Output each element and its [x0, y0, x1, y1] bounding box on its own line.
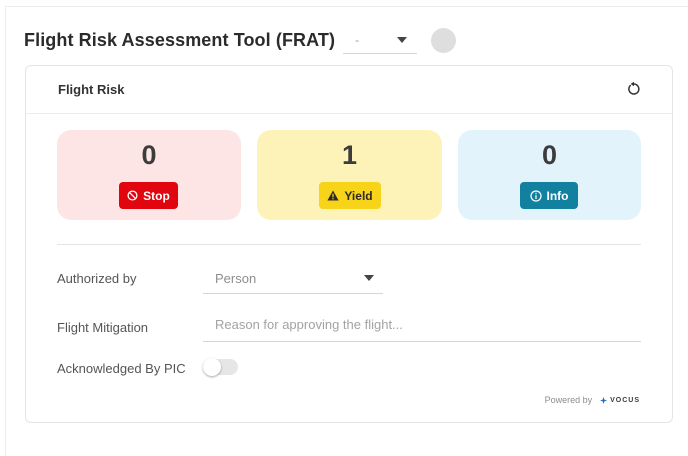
flight-risk-card: Flight Risk 0 Stop 1 Yield 0 Info Author… — [25, 65, 673, 423]
stop-count: 0 — [141, 140, 157, 170]
header-select-value: - — [355, 33, 360, 47]
flight-mitigation-input[interactable] — [203, 308, 641, 342]
divider — [57, 244, 641, 245]
card-title: Flight Risk — [58, 82, 125, 97]
stop-label: Stop — [143, 188, 170, 203]
page-title: Flight Risk Assessment Tool (FRAT) — [24, 29, 336, 50]
authorized-by-label: Authorized by — [57, 271, 137, 286]
powered-by-footer: Powered by VOCUS — [545, 395, 640, 405]
info-tile: 0 Info — [458, 130, 641, 220]
acknowledged-toggle[interactable] — [203, 358, 238, 376]
avatar[interactable] — [431, 27, 457, 53]
vocus-logo: VOCUS — [600, 396, 640, 404]
page-header: Flight Risk Assessment Tool (FRAT) - — [24, 26, 457, 54]
warning-icon — [327, 190, 339, 201]
card-header: Flight Risk — [26, 66, 672, 114]
yield-count: 1 — [341, 140, 358, 170]
header-select[interactable]: - — [343, 26, 418, 54]
authorized-by-select[interactable]: Person — [203, 262, 383, 294]
stop-badge[interactable]: Stop — [119, 182, 178, 209]
acknowledged-by-pic-label: Acknowledged By PIC — [57, 361, 186, 376]
powered-by-text: Powered by — [544, 395, 593, 405]
yield-badge[interactable]: Yield — [319, 182, 381, 209]
yield-tile: 1 Yield — [257, 130, 442, 220]
toggle-knob — [203, 358, 221, 376]
yield-label: Yield — [344, 188, 373, 203]
info-icon — [529, 189, 542, 202]
refresh-icon[interactable] — [626, 81, 642, 97]
chevron-down-icon — [364, 275, 374, 281]
flight-mitigation-label: Flight Mitigation — [57, 320, 149, 335]
brand-name: VOCUS — [610, 396, 640, 404]
stop-tile: 0 Stop — [57, 130, 241, 220]
chevron-down-icon — [397, 37, 408, 43]
info-count: 0 — [541, 140, 558, 170]
info-label: Info — [546, 188, 569, 203]
prohibited-icon — [127, 190, 138, 201]
info-badge[interactable]: Info — [520, 182, 578, 209]
vocus-logo-icon — [600, 396, 608, 404]
authorized-by-value: Person — [215, 271, 257, 286]
